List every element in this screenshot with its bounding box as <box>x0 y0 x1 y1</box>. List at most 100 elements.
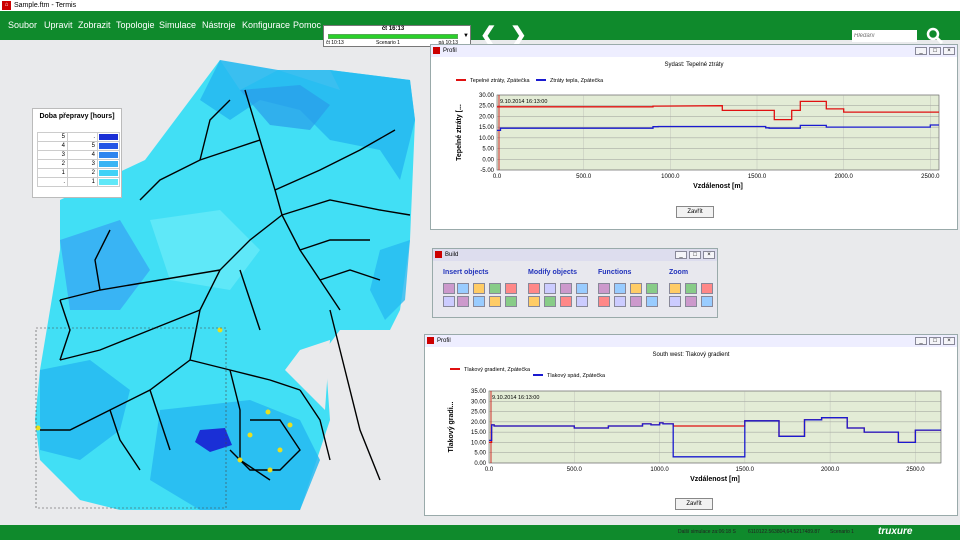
build-tool-icon[interactable] <box>646 283 658 294</box>
x-tick-label: 500.0 <box>576 174 592 180</box>
window-titlebar[interactable]: Profil _ □ × <box>431 45 957 57</box>
x-tick-label: 2000.0 <box>821 467 840 473</box>
build-tool-icon[interactable] <box>685 283 697 294</box>
legend-row: .1 <box>37 177 120 187</box>
build-tool-icon[interactable] <box>443 283 455 294</box>
y-tick-label: 5.00 <box>482 147 494 153</box>
profile-window-pressure[interactable]: Profil _ □ × South west: Tlakový gradient T… <box>424 334 958 516</box>
group-insert-objects: Insert objects <box>443 269 489 276</box>
legend-row: 23 <box>37 159 120 169</box>
build-tool-icon[interactable] <box>560 296 572 307</box>
build-tool-icon[interactable] <box>669 283 681 294</box>
app-icon: ⌂ <box>2 1 11 10</box>
y-tick-label: 10.00 <box>471 440 487 446</box>
menu-konfigurace[interactable]: Konfigurace <box>242 20 290 30</box>
y-tick-label: 35.00 <box>471 389 487 395</box>
build-tool-icon[interactable] <box>701 296 713 307</box>
menu-nastroje[interactable]: Nástroje <box>202 20 236 30</box>
menu-soubor[interactable]: Soubor <box>8 20 37 30</box>
menu-simulace[interactable]: Simulace <box>159 20 196 30</box>
legend-label: Tlakový spád, Zpátečka <box>547 373 606 379</box>
maximize-icon[interactable]: □ <box>929 47 941 55</box>
build-tool-icon[interactable] <box>701 283 713 294</box>
menu-topologie[interactable]: Topologie <box>116 20 155 30</box>
close-icon[interactable]: × <box>703 251 715 259</box>
build-toolbox[interactable]: Build _ □ × Insert objects Modify objects … <box>432 248 718 318</box>
build-tool-icon[interactable] <box>614 283 626 294</box>
window-titlebar[interactable]: Profil _ □ × <box>425 335 957 347</box>
x-tick-label: 2000.0 <box>834 174 853 180</box>
search-input[interactable] <box>852 30 917 42</box>
build-tool-icon[interactable] <box>544 296 556 307</box>
close-button[interactable]: Zavřít <box>675 498 713 510</box>
close-icon[interactable]: × <box>943 47 955 55</box>
profile-window-heat[interactable]: Profil _ □ × Sydast: Tepelné ztráty Tepelné… <box>430 44 958 230</box>
legend-from: 5 <box>37 132 68 142</box>
window-title: Profil <box>443 48 457 54</box>
build-tool-icon[interactable] <box>630 283 642 294</box>
chart-subtitle: South west: Tlakový gradient <box>653 352 730 358</box>
legend-swatch <box>97 132 120 142</box>
brand-logo: truxure <box>878 526 913 537</box>
legend-table: 5. 45 34 23 12 .1 <box>37 132 120 187</box>
build-tool-icon[interactable] <box>544 283 556 294</box>
build-tool-icon[interactable] <box>473 296 485 307</box>
legend-swatch <box>97 159 120 169</box>
chart-timestamp: 9.10.2014 16:13:00 <box>500 99 547 105</box>
close-icon[interactable]: × <box>943 337 955 345</box>
chart-subtitle: Sydast: Tepelné ztráty <box>665 62 724 68</box>
y-tick-label: 10.00 <box>479 136 495 142</box>
menu-pomoc[interactable]: Pomoc <box>293 20 321 30</box>
search-icon[interactable] <box>925 26 945 46</box>
y-tick-label: 0.00 <box>482 157 494 163</box>
x-tick-label: 2500.0 <box>906 467 925 473</box>
legend-to: . <box>67 132 98 142</box>
build-tool-icon[interactable] <box>614 296 626 307</box>
build-tool-icon[interactable] <box>598 283 610 294</box>
build-tool-icon[interactable] <box>576 296 588 307</box>
build-titlebar[interactable]: Build _ □ × <box>433 249 717 261</box>
legend-swatch-color <box>99 143 118 149</box>
x-tick-label: 0.0 <box>485 467 494 473</box>
build-tool-icon[interactable] <box>685 296 697 307</box>
build-tool-icon[interactable] <box>505 296 517 307</box>
build-tool-icon[interactable] <box>489 296 501 307</box>
y-tick-label: 25.00 <box>471 410 487 416</box>
build-tool-icon[interactable] <box>560 283 572 294</box>
build-tool-icon[interactable] <box>528 283 540 294</box>
scenario-progress-bar[interactable] <box>328 34 458 39</box>
build-tool-icon[interactable] <box>528 296 540 307</box>
build-tool-icon[interactable] <box>457 283 469 294</box>
build-tool-icon[interactable] <box>443 296 455 307</box>
legend-panel[interactable]: Doba přepravy [hours] 5. 45 34 23 12 .1 <box>32 108 122 198</box>
minimize-icon[interactable]: _ <box>915 337 927 345</box>
maximize-icon[interactable]: □ <box>929 337 941 345</box>
build-tool-icon[interactable] <box>646 296 658 307</box>
y-tick-label: 30.00 <box>471 399 487 405</box>
minimize-icon[interactable]: _ <box>675 251 687 259</box>
y-tick-label: 20.00 <box>471 420 487 426</box>
legend-label: Tlakový gradient, Zpátečka <box>464 367 531 373</box>
back-arrow-icon[interactable]: ❮ <box>480 25 497 45</box>
legend-swatch-color <box>99 179 118 185</box>
app-title: Sample.ftm - Termis <box>14 2 77 9</box>
minimize-icon[interactable]: _ <box>915 47 927 55</box>
cursor-coordinates: 6110122.563804,64.5217489.87 <box>748 529 820 535</box>
build-tool-icon[interactable] <box>630 296 642 307</box>
chevron-down-icon[interactable]: ▼ <box>463 33 469 39</box>
build-tool-icon[interactable] <box>457 296 469 307</box>
build-tool-icon[interactable] <box>669 296 681 307</box>
build-tool-icon[interactable] <box>576 283 588 294</box>
close-button[interactable]: Zavřít <box>676 206 714 218</box>
menu-zobrazit[interactable]: Zobrazit <box>78 20 111 30</box>
maximize-icon[interactable]: □ <box>689 251 701 259</box>
build-tool-icon[interactable] <box>598 296 610 307</box>
build-tool-icon[interactable] <box>473 283 485 294</box>
menu-upravit[interactable]: Upravit <box>44 20 73 30</box>
x-tick-label: 1500.0 <box>748 174 767 180</box>
y-axis-label: Tepelné ztráty [... <box>456 104 463 161</box>
build-tool-icon[interactable] <box>489 283 501 294</box>
build-tool-icon[interactable] <box>505 283 517 294</box>
forward-arrow-icon[interactable]: ❯ <box>510 25 527 45</box>
x-tick-label: 500.0 <box>567 467 583 473</box>
